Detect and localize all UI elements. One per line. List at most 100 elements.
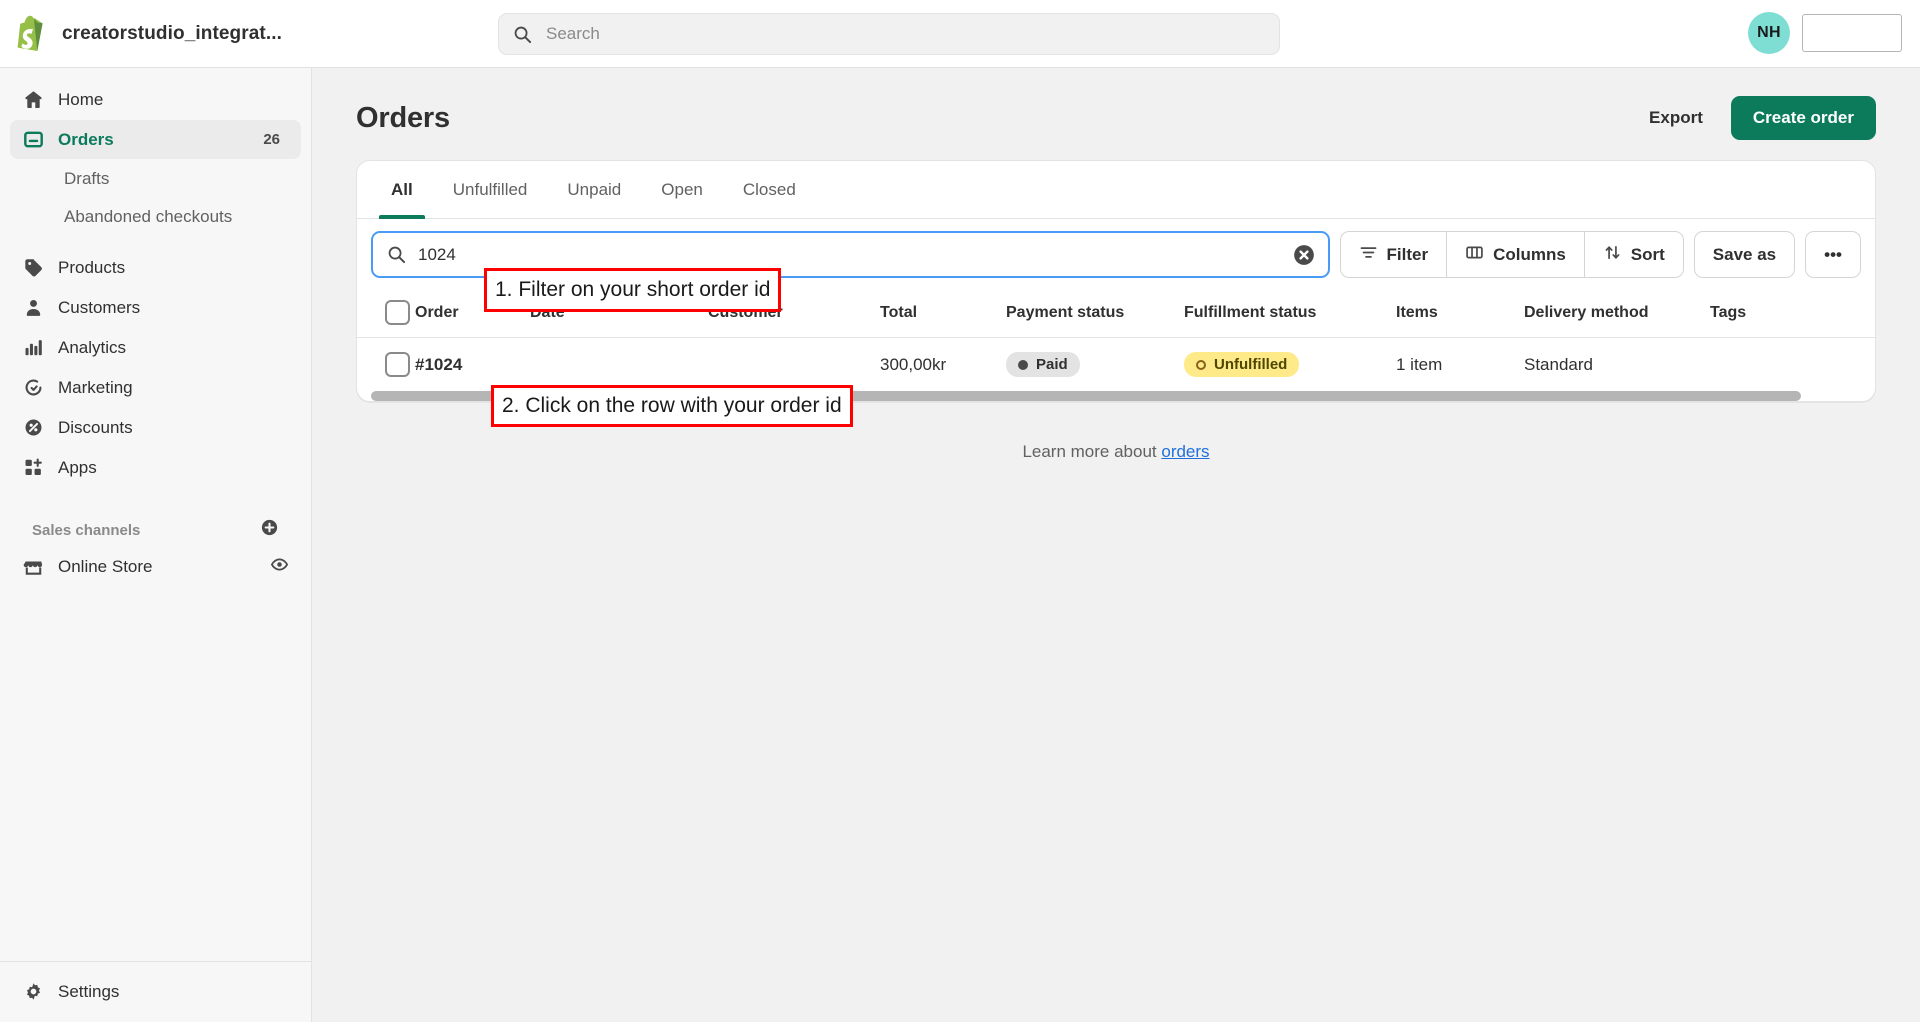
sidebar-item-label: Apps — [58, 457, 97, 477]
products-tag-icon — [22, 257, 44, 279]
ellipsis-icon: ••• — [1824, 244, 1842, 264]
marketing-target-icon — [22, 377, 44, 399]
sidebar-item-apps[interactable]: Apps — [10, 448, 301, 487]
sidebar-settings-row: Settings — [0, 961, 312, 1022]
search-input[interactable] — [544, 23, 1265, 45]
tab-label: Closed — [742, 179, 796, 199]
cell-tags — [1710, 338, 1875, 392]
sidebar-item-customers[interactable]: Customers — [10, 288, 301, 327]
sidebar-item-home[interactable]: Home — [10, 80, 301, 119]
sidebar-item-abandoned-checkouts[interactable]: Abandoned checkouts — [10, 198, 301, 236]
main-content: Orders Export Create order All Unfulfill… — [312, 68, 1920, 1022]
header-items[interactable]: Items — [1396, 290, 1524, 338]
learn-more-prefix: Learn more about — [1022, 442, 1162, 461]
top-bar: creatorstudio_integrat... NH — [0, 0, 1920, 68]
gear-icon — [22, 981, 44, 1003]
table-row[interactable]: #1024 300,00kr Paid Unfulfilled 1 item S… — [357, 338, 1875, 392]
top-right-blank-box[interactable] — [1802, 14, 1902, 52]
save-as-button-label: Save as — [1712, 244, 1777, 264]
cell-fulfillment-status: Unfulfilled — [1184, 338, 1396, 392]
tab-label: All — [391, 179, 413, 199]
header-fulfillment-status[interactable]: Fulfillment status — [1184, 290, 1396, 338]
row-checkbox[interactable] — [385, 352, 410, 377]
tab-label: Unfulfilled — [452, 179, 528, 199]
shopify-bag-icon — [14, 15, 48, 53]
filter-button-group: Filter Columns Sort — [1339, 231, 1684, 278]
more-actions-button[interactable]: ••• — [1805, 231, 1861, 278]
plus-circle-icon[interactable] — [260, 518, 279, 542]
filter-button[interactable]: Filter — [1339, 231, 1447, 278]
tab-unpaid[interactable]: Unpaid — [547, 161, 641, 219]
tab-unfulfilled[interactable]: Unfulfilled — [433, 161, 548, 219]
cell-customer — [708, 338, 880, 392]
select-all-checkbox[interactable] — [385, 300, 410, 325]
sidebar-item-label: Products — [58, 257, 126, 277]
sort-arrows-icon — [1603, 243, 1622, 267]
home-icon — [22, 89, 44, 111]
tab-closed[interactable]: Closed — [723, 161, 816, 219]
status-dot-icon — [1018, 359, 1028, 370]
learn-more-text: Learn more about orders — [312, 442, 1920, 462]
cell-date — [530, 338, 708, 392]
cell-order-id[interactable]: #1024 — [415, 338, 530, 392]
header-payment-status[interactable]: Payment status — [1006, 290, 1184, 338]
search-icon — [513, 25, 532, 44]
sales-channels-title: Sales channels — [32, 521, 141, 539]
sidebar-item-label: Customers — [58, 297, 141, 317]
row-select-cell — [357, 338, 415, 392]
cell-delivery-method: Standard — [1524, 354, 1593, 374]
cell-total: 300,00kr — [880, 354, 947, 374]
sidebar-item-settings[interactable]: Settings — [10, 972, 302, 1011]
sidebar-sub-label: Drafts — [64, 169, 110, 188]
global-search[interactable] — [498, 13, 1280, 55]
apps-grid-icon — [22, 457, 44, 479]
status-badge-label: Unfulfilled — [1214, 356, 1288, 373]
tab-open[interactable]: Open — [641, 161, 723, 219]
header-delivery-method[interactable]: Delivery method — [1524, 290, 1710, 338]
sidebar-item-marketing[interactable]: Marketing — [10, 368, 301, 407]
sidebar-item-label: Online Store — [58, 556, 153, 576]
cell-items: 1 item — [1396, 354, 1443, 374]
create-order-button[interactable]: Create order — [1730, 96, 1876, 140]
sidebar-item-online-store[interactable]: Online Store — [10, 547, 301, 586]
sidebar-nav: Home Orders 26 Drafts Abandoned checkout… — [0, 68, 311, 586]
annotation-step-2: 2. Click on the row with your order id — [491, 385, 853, 427]
page-header: Orders Export Create order — [312, 68, 1920, 160]
sidebar-item-label: Orders — [58, 129, 114, 149]
sidebar-item-discounts[interactable]: Discounts — [10, 408, 301, 447]
sidebar-item-products[interactable]: Products — [10, 248, 301, 287]
orders-count-badge: 26 — [254, 129, 289, 150]
orders-help-link[interactable]: orders — [1161, 442, 1209, 461]
sort-button[interactable]: Sort — [1583, 231, 1684, 278]
columns-icon — [1465, 243, 1484, 267]
export-button[interactable]: Export — [1639, 100, 1713, 136]
customers-person-icon — [22, 297, 44, 319]
sidebar-divider-gap — [10, 236, 301, 248]
select-all-header — [357, 290, 415, 338]
search-icon — [387, 245, 406, 264]
sidebar-item-orders[interactable]: Orders 26 — [10, 120, 301, 159]
clear-search-icon[interactable] — [1292, 243, 1316, 267]
sidebar-item-drafts[interactable]: Drafts — [10, 160, 301, 198]
header-tags[interactable]: Tags — [1710, 290, 1875, 338]
header-total[interactable]: Total — [880, 290, 1006, 338]
save-as-button[interactable]: Save as — [1693, 231, 1796, 278]
brand[interactable]: creatorstudio_integrat... — [0, 15, 312, 53]
sidebar: Home Orders 26 Drafts Abandoned checkout… — [0, 68, 312, 1022]
tab-all[interactable]: All — [371, 161, 433, 219]
filter-button-label: Filter — [1386, 244, 1429, 264]
sidebar-item-label: Marketing — [58, 377, 133, 397]
sidebar-item-analytics[interactable]: Analytics — [10, 328, 301, 367]
eye-icon[interactable] — [270, 555, 289, 579]
sort-button-label: Sort — [1630, 244, 1665, 264]
columns-button-label: Columns — [1493, 244, 1566, 264]
page-title: Orders — [356, 101, 450, 134]
online-store-icon — [22, 556, 44, 578]
page-actions: Export Create order — [1639, 96, 1876, 140]
sidebar-item-label: Analytics — [58, 337, 127, 357]
orders-table-body: #1024 300,00kr Paid Unfulfilled 1 item S… — [357, 338, 1875, 392]
columns-button[interactable]: Columns — [1446, 231, 1584, 278]
avatar[interactable]: NH — [1748, 12, 1790, 54]
orders-tabs: All Unfulfilled Unpaid Open Closed — [357, 161, 1875, 219]
cell-payment-status: Paid — [1006, 338, 1184, 392]
